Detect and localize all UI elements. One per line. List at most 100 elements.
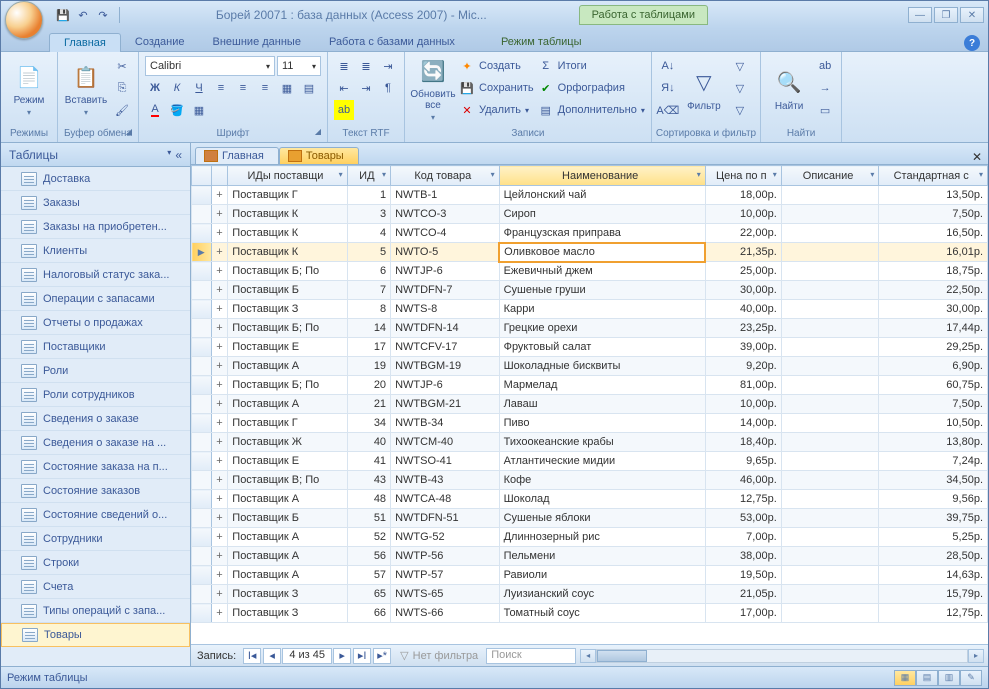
fill-color-icon[interactable]: 🪣 [167, 100, 187, 120]
cell-name[interactable]: Томатный соус [499, 604, 705, 623]
cell-code[interactable]: NWTS-65 [391, 585, 500, 604]
row-selector[interactable]: ▶ [192, 243, 212, 262]
cell-desc[interactable] [781, 414, 879, 433]
cell-supplier[interactable]: Поставщик А [228, 528, 347, 547]
format-painter-icon[interactable]: 🖌 [112, 100, 132, 120]
row-selector[interactable] [192, 319, 212, 338]
row-selector[interactable] [192, 547, 212, 566]
align-center-icon[interactable]: ≡ [233, 78, 253, 98]
cell-code[interactable]: NWTDFN-7 [391, 281, 500, 300]
close-tab-icon[interactable]: ✕ [972, 150, 982, 164]
cell-std[interactable]: 18,75р. [879, 262, 988, 281]
cell-price[interactable]: 10,00р. [705, 395, 781, 414]
cell-desc[interactable] [781, 205, 879, 224]
row-selector[interactable] [192, 433, 212, 452]
table-row[interactable]: +Поставщик А57NWTP-57Равиоли19,50р.14,63… [192, 566, 988, 585]
nav-item[interactable]: Сведения о заказе [1, 407, 190, 431]
align-left-icon[interactable]: ≡ [211, 78, 231, 98]
cell-supplier[interactable]: Поставщик Е [228, 452, 347, 471]
cell-id[interactable]: 17 [347, 338, 390, 357]
cell-supplier[interactable]: Поставщик А [228, 357, 347, 376]
row-selector[interactable] [192, 471, 212, 490]
cell-std[interactable]: 5,25р. [879, 528, 988, 547]
cell-desc[interactable] [781, 262, 879, 281]
cell-desc[interactable] [781, 376, 879, 395]
row-selector[interactable] [192, 281, 212, 300]
cell-code[interactable]: NWTS-8 [391, 300, 500, 319]
table-row[interactable]: +Поставщик А21NWTBGM-21Лаваш10,00р.7,50р… [192, 395, 988, 414]
tab-home[interactable]: Главная [49, 33, 121, 52]
bold-icon[interactable]: Ж [145, 78, 165, 98]
datasheet-view-button[interactable]: ▦ [894, 670, 916, 686]
expand-icon[interactable]: + [211, 338, 228, 357]
ltr-icon[interactable]: ¶ [378, 78, 398, 98]
paste-button[interactable]: 📋 Вставить ▾ [64, 56, 108, 122]
table-row[interactable]: +Поставщик З8NWTS-8Карри40,00р.30,00р. [192, 300, 988, 319]
expand-icon[interactable]: + [211, 186, 228, 205]
cell-name[interactable]: Фруктовый салат [499, 338, 705, 357]
cell-code[interactable]: NWTDFN-14 [391, 319, 500, 338]
refresh-button[interactable]: 🔄 Обновить все ▾ [411, 56, 455, 122]
expand-icon[interactable]: + [211, 547, 228, 566]
totals-button[interactable]: ΣИтоги [538, 56, 645, 76]
cell-desc[interactable] [781, 224, 879, 243]
cell-std[interactable]: 15,79р. [879, 585, 988, 604]
first-record-button[interactable]: I◂ [243, 648, 261, 664]
record-position[interactable]: 4 из 45 [282, 648, 332, 664]
nav-item[interactable]: Строки [1, 551, 190, 575]
cell-supplier[interactable]: Поставщик А [228, 547, 347, 566]
align-right-icon[interactable]: ≡ [255, 78, 275, 98]
cell-std[interactable]: 9,56р. [879, 490, 988, 509]
italic-icon[interactable]: К [167, 78, 187, 98]
nav-item[interactable]: Сотрудники [1, 527, 190, 551]
cell-code[interactable]: NWTDFN-51 [391, 509, 500, 528]
cell-supplier[interactable]: Поставщик З [228, 585, 347, 604]
table-row[interactable]: +Поставщик В; По43NWTB-43Кофе46,00р.34,5… [192, 471, 988, 490]
last-record-button[interactable]: ▸I [353, 648, 371, 664]
prev-record-button[interactable]: ◂ [263, 648, 281, 664]
expand-icon[interactable]: + [211, 585, 228, 604]
cell-id[interactable]: 21 [347, 395, 390, 414]
cell-id[interactable]: 40 [347, 433, 390, 452]
table-row[interactable]: ▶+Поставщик К5NWTO-5Оливковое масло21,35… [192, 243, 988, 262]
expand-icon[interactable]: + [211, 509, 228, 528]
cell-id[interactable]: 52 [347, 528, 390, 547]
cell-name[interactable]: Пиво [499, 414, 705, 433]
cell-supplier[interactable]: Поставщик К [228, 205, 347, 224]
column-header[interactable]: Цена по п▾ [705, 166, 781, 186]
decrease-indent-icon[interactable]: ⇤ [334, 78, 354, 98]
row-selector[interactable] [192, 452, 212, 471]
cell-code[interactable]: NWTBGM-19 [391, 357, 500, 376]
expand-icon[interactable]: + [211, 490, 228, 509]
cell-name[interactable]: Кофе [499, 471, 705, 490]
nav-item[interactable]: Отчеты о продажах [1, 311, 190, 335]
save-icon[interactable]: 💾 [55, 7, 71, 23]
cell-supplier[interactable]: Поставщик Б; По [228, 262, 347, 281]
cell-id[interactable]: 48 [347, 490, 390, 509]
expand-icon[interactable]: + [211, 300, 228, 319]
font-color-icon[interactable]: A [145, 100, 165, 120]
cell-std[interactable]: 16,01р. [879, 243, 988, 262]
new-record-button[interactable]: ✦Создать [459, 56, 534, 76]
doctab-products[interactable]: Товары [279, 147, 359, 164]
cell-name[interactable]: Сироп [499, 205, 705, 224]
column-header[interactable]: Код товара▾ [391, 166, 500, 186]
table-row[interactable]: +Поставщик А52NWTG-52Длиннозерный рис7,0… [192, 528, 988, 547]
cell-desc[interactable] [781, 452, 879, 471]
underline-icon[interactable]: Ч [189, 78, 209, 98]
help-icon[interactable]: ? [964, 35, 980, 51]
close-button[interactable]: ✕ [960, 7, 984, 23]
cell-price[interactable]: 40,00р. [705, 300, 781, 319]
expand-icon[interactable]: + [211, 566, 228, 585]
minimize-button[interactable]: — [908, 7, 932, 23]
table-row[interactable]: +Поставщик Е41NWTSO-41Атлантические миди… [192, 452, 988, 471]
cell-desc[interactable] [781, 338, 879, 357]
cell-supplier[interactable]: Поставщик З [228, 604, 347, 623]
cell-code[interactable]: NWTP-56 [391, 547, 500, 566]
cell-code[interactable]: NWTJP-6 [391, 262, 500, 281]
cell-name[interactable]: Луизианский соус [499, 585, 705, 604]
tab-datasheet[interactable]: Режим таблицы [487, 33, 596, 51]
replace-icon[interactable]: ab [815, 56, 835, 76]
expand-icon[interactable]: + [211, 604, 228, 623]
nav-item[interactable]: Операции с запасами [1, 287, 190, 311]
